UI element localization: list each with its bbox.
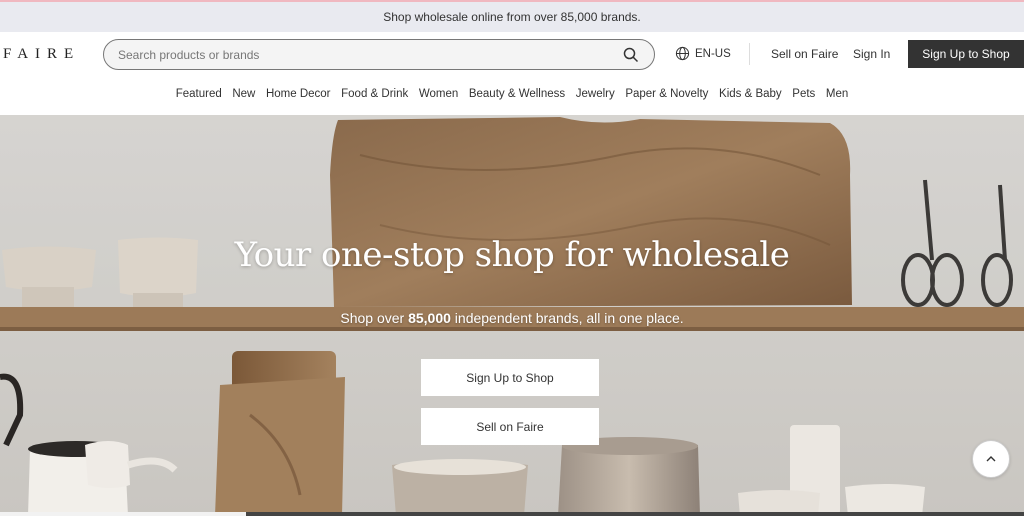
chevron-up-icon bbox=[986, 456, 996, 462]
category-nav: Featured New Home Decor Food & Drink Wom… bbox=[0, 88, 1024, 106]
hero-subtitle-pre: Shop over bbox=[340, 310, 409, 326]
globe-icon bbox=[675, 46, 690, 61]
announcement-bar: Shop wholesale online from over 85,000 b… bbox=[0, 0, 1024, 32]
language-label: EN-US bbox=[695, 47, 731, 60]
sign-in-link[interactable]: Sign In bbox=[853, 47, 890, 61]
nav-item-new[interactable]: New bbox=[227, 88, 261, 106]
search-icon[interactable] bbox=[622, 46, 640, 64]
faire-logo[interactable]: FAIRE bbox=[3, 46, 80, 63]
nav-item-beauty-wellness[interactable]: Beauty & Wellness bbox=[464, 88, 571, 106]
carousel-progress-bar bbox=[0, 512, 1024, 516]
search-bar[interactable] bbox=[103, 39, 655, 70]
hero-sign-up-button[interactable]: Sign Up to Shop bbox=[421, 359, 599, 396]
scroll-to-top-button[interactable] bbox=[972, 440, 1010, 478]
nav-item-featured[interactable]: Featured bbox=[170, 88, 227, 106]
hero-subtitle-post: independent brands, all in one place. bbox=[450, 310, 684, 326]
hero-banner: Your one-stop shop for wholesale Shop ov… bbox=[0, 115, 1024, 516]
sign-up-button[interactable]: Sign Up to Shop bbox=[908, 40, 1024, 68]
hero-title: Your one-stop shop for wholesale bbox=[234, 235, 790, 275]
hero-subtitle-count: 85,000 bbox=[408, 310, 451, 326]
hero-sell-on-faire-button[interactable]: Sell on Faire bbox=[421, 408, 599, 445]
carousel-progress-fill bbox=[0, 512, 246, 516]
hero-subtitle: Shop over 85,000 independent brands, all… bbox=[0, 310, 1024, 326]
nav-item-jewelry[interactable]: Jewelry bbox=[570, 88, 620, 106]
header-divider bbox=[749, 43, 750, 65]
nav-item-women[interactable]: Women bbox=[414, 88, 464, 106]
nav-item-paper-novelty[interactable]: Paper & Novelty bbox=[620, 88, 714, 106]
nav-item-kids-baby[interactable]: Kids & Baby bbox=[714, 88, 787, 106]
sell-on-faire-link[interactable]: Sell on Faire bbox=[771, 47, 838, 61]
search-input[interactable] bbox=[118, 47, 622, 62]
nav-item-men[interactable]: Men bbox=[821, 88, 854, 106]
announcement-text: Shop wholesale online from over 85,000 b… bbox=[383, 10, 641, 24]
nav-item-pets[interactable]: Pets bbox=[787, 88, 821, 106]
nav-item-home-decor[interactable]: Home Decor bbox=[261, 88, 336, 106]
nav-item-food-drink[interactable]: Food & Drink bbox=[336, 88, 414, 106]
language-selector[interactable]: EN-US bbox=[675, 46, 731, 61]
site-header: FAIRE EN-US Sell on Faire Sign In Sign U… bbox=[0, 32, 1024, 76]
